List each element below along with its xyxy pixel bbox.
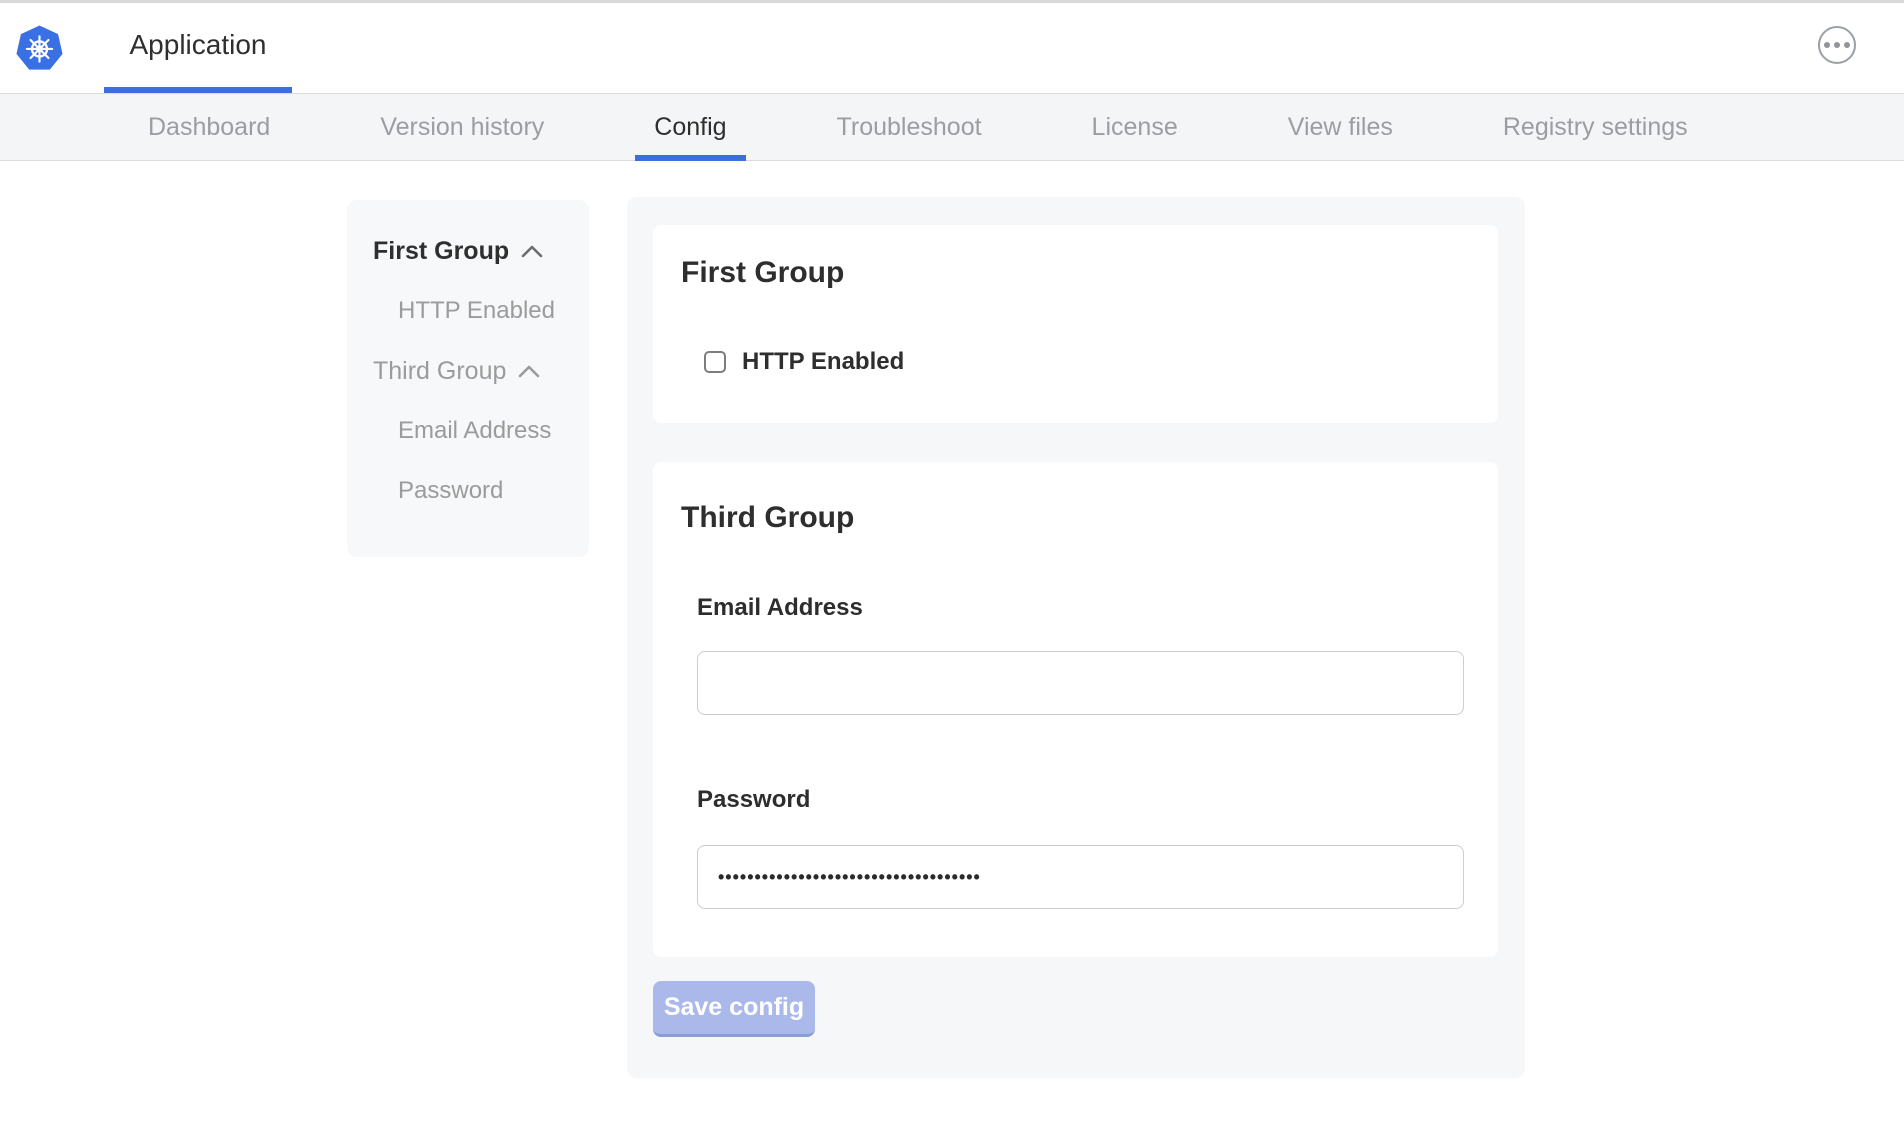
overflow-menu-button[interactable] xyxy=(1818,26,1856,64)
ellipsis-icon xyxy=(1824,42,1830,48)
config-page: First Group HTTP Enabled Third Group Ema… xyxy=(0,161,1904,1122)
password-field[interactable] xyxy=(697,845,1464,909)
application-tab[interactable]: Application xyxy=(104,3,292,93)
tab-view-files[interactable]: View files xyxy=(1269,94,1412,160)
application-tab-label: Application xyxy=(130,29,267,61)
chevron-up-icon xyxy=(521,245,543,258)
app-header: Application xyxy=(0,3,1904,93)
save-config-button[interactable]: Save config xyxy=(653,981,815,1037)
tab-dashboard[interactable]: Dashboard xyxy=(129,94,289,160)
tab-license[interactable]: License xyxy=(1073,94,1197,160)
checkbox-label: HTTP Enabled xyxy=(742,348,904,376)
group-title: Third Group xyxy=(681,501,854,535)
sidebar-group-third-group[interactable]: Third Group xyxy=(373,358,589,384)
sidebar-group-first-group[interactable]: First Group xyxy=(373,238,589,264)
config-group-card-first-group: First Group HTTP Enabled xyxy=(653,225,1498,423)
config-groups-sidebar: First Group HTTP Enabled Third Group Ema… xyxy=(347,200,589,557)
tab-version-history[interactable]: Version history xyxy=(361,94,563,160)
http-enabled-checkbox-row[interactable]: HTTP Enabled xyxy=(704,350,904,374)
config-panel: First Group HTTP Enabled Third Group Ema… xyxy=(627,197,1525,1078)
http-enabled-checkbox[interactable] xyxy=(704,351,726,373)
chevron-up-icon xyxy=(518,365,540,378)
tab-config[interactable]: Config xyxy=(635,94,745,160)
kubernetes-logo-icon xyxy=(16,25,63,72)
password-label: Password xyxy=(697,786,810,814)
email-address-field[interactable] xyxy=(697,651,1464,715)
email-address-label: Email Address xyxy=(697,594,863,622)
group-title: First Group xyxy=(681,256,844,290)
tab-registry-settings[interactable]: Registry settings xyxy=(1484,94,1707,160)
sidebar-item-email-address[interactable]: Email Address xyxy=(373,418,589,444)
sidebar-item-password[interactable]: Password xyxy=(373,478,589,504)
sidebar-item-http-enabled[interactable]: HTTP Enabled xyxy=(373,298,589,324)
app-subnav: Dashboard Version history Config Trouble… xyxy=(0,93,1904,161)
config-group-card-third-group: Third Group Email Address Password xyxy=(653,462,1498,957)
tab-troubleshoot[interactable]: Troubleshoot xyxy=(818,94,1001,160)
